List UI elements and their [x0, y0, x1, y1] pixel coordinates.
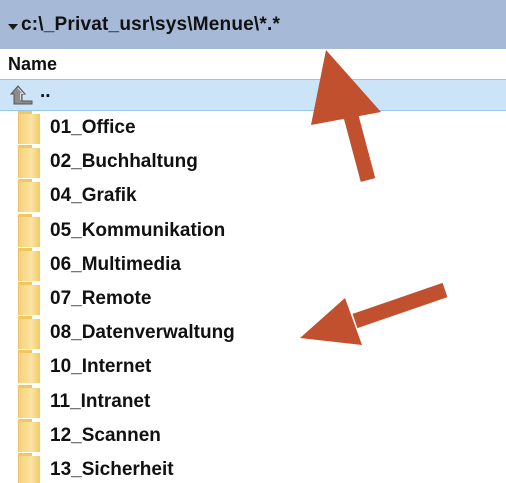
file-list: .. 01_Office 02_Buchhaltung 04_Grafik 05_Ko…: [0, 79, 506, 483]
folder-row[interactable]: 11_Intranet: [0, 384, 506, 419]
folder-icon: [18, 114, 40, 144]
folder-name: 04_Grafik: [50, 185, 137, 207]
folder-icon: [18, 421, 40, 452]
folder-name: 07_Remote: [50, 288, 152, 310]
folder-row[interactable]: 07_Remote: [0, 281, 506, 316]
folder-name: 13_Sicherheit: [50, 458, 174, 480]
folder-row[interactable]: 02_Buchhaltung: [0, 145, 506, 179]
folder-name: 02_Buchhaltung: [50, 151, 198, 173]
folder-name: 05_Kommunikation: [50, 219, 226, 241]
folder-row[interactable]: 05_Kommunikation: [0, 213, 506, 248]
folder-name: 12_Scannen: [50, 424, 161, 446]
path-bar[interactable]: c:\_Privat_usr\sys\Menue\*.*: [0, 0, 506, 49]
folder-icon: [18, 216, 40, 247]
folder-row[interactable]: 06_Multimedia: [0, 247, 506, 282]
folder-name: 08_Datenverwaltung: [50, 322, 235, 344]
folder-icon: [18, 387, 40, 418]
column-header-label: Name: [8, 53, 58, 74]
folder-icon: [18, 353, 40, 384]
folder-name: 11_Intranet: [50, 390, 151, 412]
up-level-icon: [10, 84, 34, 106]
folder-row[interactable]: 10_Internet: [0, 350, 506, 384]
folder-icon: [18, 250, 40, 281]
folder-row[interactable]: 12_Scannen: [0, 418, 506, 453]
current-path: c:\_Privat_usr\sys\Menue\*.*: [21, 13, 281, 35]
folder-row[interactable]: 01_Office: [0, 111, 506, 145]
parent-directory-label: ..: [40, 81, 51, 102]
folder-icon: [18, 284, 40, 315]
column-header-name[interactable]: Name: [0, 49, 506, 79]
folder-name: 01_Office: [50, 117, 136, 139]
folder-icon: [18, 319, 40, 350]
folder-name: 06_Multimedia: [50, 253, 181, 275]
folder-icon: [18, 148, 40, 179]
folder-name: 10_Internet: [50, 356, 152, 378]
file-panel: c:\_Privat_usr\sys\Menue\*.* Name .. 01_…: [0, 0, 506, 483]
parent-directory-row[interactable]: ..: [0, 79, 506, 111]
chevron-down-icon[interactable]: [8, 23, 18, 30]
folder-icon: [18, 455, 40, 483]
folder-row[interactable]: 04_Grafik: [0, 179, 506, 213]
folder-row[interactable]: 13_Sicherheit: [0, 452, 506, 483]
folder-icon: [18, 182, 40, 213]
folder-row[interactable]: 08_Datenverwaltung: [0, 316, 506, 350]
